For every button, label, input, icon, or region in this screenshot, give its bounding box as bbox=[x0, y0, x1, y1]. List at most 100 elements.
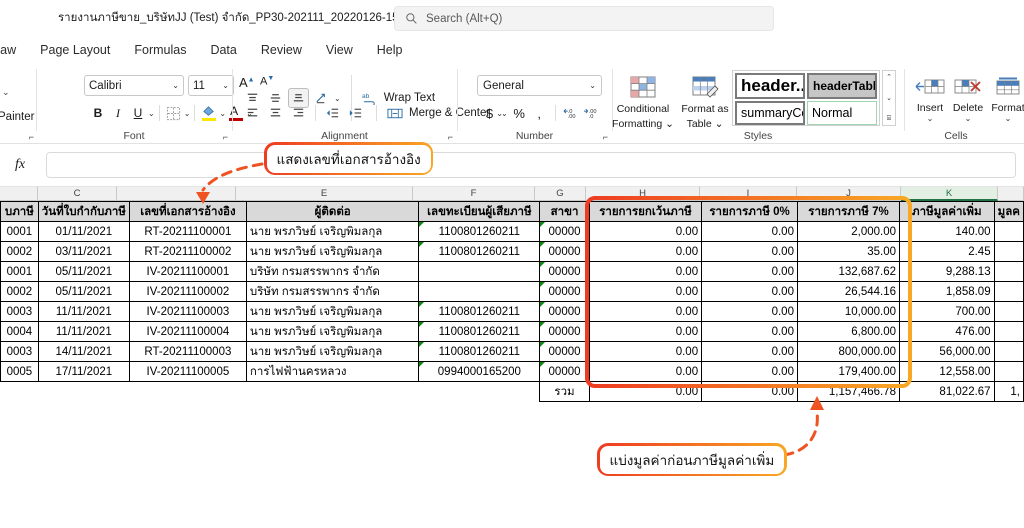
clipboard-dialog-launcher-icon[interactable]: ⌐ bbox=[29, 132, 34, 142]
cell-doc-no[interactable]: 0002 bbox=[0, 281, 39, 302]
cell-contact[interactable]: การไฟฟ้านครหลวง bbox=[245, 361, 420, 382]
cell-branch[interactable]: 00000 bbox=[539, 281, 590, 302]
cell-branch[interactable]: 00000 bbox=[539, 241, 590, 262]
clipboard-chevron-icon[interactable]: ⌄ bbox=[2, 87, 10, 98]
gallery-scroll-down-icon[interactable]: ⌄ bbox=[886, 94, 892, 102]
cell-doc-no[interactable]: 0001 bbox=[0, 261, 39, 282]
cell-ref[interactable]: IV-20211100004 bbox=[128, 321, 247, 342]
cell-total[interactable] bbox=[993, 281, 1024, 302]
cell-exempt[interactable]: 0.00 bbox=[588, 241, 703, 262]
cell-vat0[interactable]: 0.00 bbox=[701, 261, 798, 282]
total-vat7[interactable]: 1,157,466.78 bbox=[796, 381, 901, 402]
cell-date[interactable]: 11/11/2021 bbox=[37, 301, 130, 322]
cell-exempt[interactable]: 0.00 bbox=[588, 321, 703, 342]
cell-vat7[interactable]: 35.00 bbox=[796, 241, 901, 262]
cell-tax-id[interactable]: 1100801260211 bbox=[418, 221, 541, 242]
cell-doc-no[interactable]: 0001 bbox=[0, 221, 39, 242]
cell-vat[interactable]: 56,000.00 bbox=[899, 341, 995, 362]
cell-date[interactable]: 11/11/2021 bbox=[37, 321, 130, 342]
cell-tax-id[interactable]: 1100801260211 bbox=[418, 321, 541, 342]
tab-help[interactable]: Help bbox=[365, 40, 415, 60]
insert-function-icon[interactable]: fx bbox=[5, 154, 35, 176]
gallery-scroll-up-icon[interactable]: ⌃ bbox=[886, 73, 892, 81]
cell-ref[interactable]: IV-20211100003 bbox=[128, 301, 247, 322]
align-right-icon[interactable] bbox=[288, 103, 309, 123]
format-chevron-icon[interactable]: ⌄ bbox=[986, 114, 1024, 123]
borders-chevron-icon[interactable]: ⌄ bbox=[184, 109, 191, 118]
cell-vat0[interactable]: 0.00 bbox=[701, 281, 798, 302]
accounting-format-button[interactable]: $ bbox=[481, 103, 498, 123]
search-box[interactable]: Search (Alt+Q) bbox=[394, 6, 774, 31]
cell-date[interactable]: 14/11/2021 bbox=[37, 341, 130, 362]
cell-doc-no[interactable]: 0002 bbox=[0, 241, 39, 262]
column-header-d[interactable] bbox=[117, 186, 236, 201]
cell-date[interactable]: 01/11/2021 bbox=[37, 221, 130, 242]
table-row[interactable]: 0002 05/11/2021 IV-20211100002 บริษัท กร… bbox=[0, 281, 1024, 302]
delete-cells-button[interactable]: Delete ⌄ bbox=[948, 71, 988, 123]
align-left-icon[interactable] bbox=[242, 103, 263, 123]
cell-contact[interactable]: นาย พรภวิษย์ เจริญพิมลกุล bbox=[245, 301, 420, 322]
chevron-down-icon[interactable]: ⌄ bbox=[589, 81, 596, 90]
cell-contact[interactable]: นาย พรภวิษย์ เจริญพิมลกุล bbox=[245, 341, 420, 362]
table-row[interactable]: 0005 17/11/2021 IV-20211100005 การไฟฟ้าน… bbox=[0, 361, 1024, 382]
cell-vat0[interactable]: 0.00 bbox=[701, 221, 798, 242]
column-header-e[interactable]: E bbox=[236, 186, 413, 201]
conditional-formatting-button[interactable]: Conditional Formatting ⌄ bbox=[612, 69, 674, 130]
decrease-indent-icon[interactable] bbox=[322, 103, 343, 123]
cell-branch[interactable]: 00000 bbox=[539, 341, 590, 362]
format-cells-button[interactable]: Format ⌄ bbox=[986, 71, 1024, 123]
cell-exempt[interactable]: 0.00 bbox=[588, 221, 703, 242]
delete-chevron-icon[interactable]: ⌄ bbox=[948, 114, 988, 123]
cell-vat[interactable]: 476.00 bbox=[899, 321, 995, 342]
decrease-decimal-icon[interactable]: .00.0 bbox=[583, 103, 600, 123]
tab-page-layout[interactable]: Page Layout bbox=[28, 40, 122, 60]
cell-contact[interactable]: บริษัท กรมสรรพากร จำกัด bbox=[245, 261, 420, 282]
cell-tax-id[interactable] bbox=[418, 281, 541, 302]
style-normal[interactable]: Normal bbox=[807, 101, 877, 125]
cell-vat7[interactable]: 26,544.16 bbox=[796, 281, 901, 302]
cell-vat7[interactable]: 179,400.00 bbox=[796, 361, 901, 382]
chevron-down-icon[interactable]: ⌄ bbox=[222, 81, 229, 90]
increase-decimal-icon[interactable]: .0.00 bbox=[563, 103, 580, 123]
tab-draw[interactable]: raw bbox=[0, 40, 28, 60]
cell-exempt[interactable]: 0.00 bbox=[588, 361, 703, 382]
cell-total[interactable] bbox=[993, 341, 1024, 362]
column-header-j[interactable]: J bbox=[797, 186, 901, 201]
cell-contact[interactable]: บริษัท กรมสรรพากร จำกัด bbox=[245, 281, 420, 302]
insert-chevron-icon[interactable]: ⌄ bbox=[910, 114, 950, 123]
total-vat[interactable]: 81,022.67 bbox=[899, 381, 995, 402]
cell-doc-no[interactable]: 0005 bbox=[0, 361, 39, 382]
table-row[interactable]: 0003 14/11/2021 RT-20211100003 นาย พรภวิ… bbox=[0, 341, 1024, 362]
column-header-g[interactable]: G bbox=[535, 186, 586, 201]
table-total-row[interactable]: รวม 0.00 0.00 1,157,466.78 81,022.67 1, bbox=[0, 381, 1024, 402]
cell-total[interactable] bbox=[993, 241, 1024, 262]
cell-doc-no[interactable]: 0003 bbox=[0, 301, 39, 322]
tab-review[interactable]: Review bbox=[249, 40, 314, 60]
column-header-f[interactable]: F bbox=[413, 186, 535, 201]
cell-vat0[interactable]: 0.00 bbox=[701, 301, 798, 322]
cell-ref[interactable]: RT-20211100001 bbox=[128, 221, 247, 242]
total-exempt[interactable]: 0.00 bbox=[588, 381, 703, 402]
style-headerTable[interactable]: headerTabl... bbox=[807, 73, 877, 99]
cell-vat0[interactable]: 0.00 bbox=[701, 361, 798, 382]
cell-ref[interactable]: IV-20211100001 bbox=[128, 261, 247, 282]
cell-branch[interactable]: 00000 bbox=[539, 321, 590, 342]
gallery-expand-icon[interactable]: ⌸ bbox=[887, 115, 891, 123]
cell-total[interactable] bbox=[993, 361, 1024, 382]
style-summaryColumn[interactable]: summaryCo... bbox=[735, 101, 805, 125]
cell-vat[interactable]: 1,858.09 bbox=[899, 281, 995, 302]
number-format-select[interactable]: General ⌄ bbox=[477, 75, 602, 96]
comma-format-button[interactable]: ‚ bbox=[531, 103, 548, 123]
cell-vat[interactable]: 2.45 bbox=[899, 241, 995, 262]
cell-tax-id[interactable]: 1100801260211 bbox=[418, 241, 541, 262]
tab-data[interactable]: Data bbox=[198, 40, 248, 60]
font-size-input[interactable]: 11 ⌄ bbox=[188, 75, 234, 96]
style-header[interactable]: header... bbox=[735, 73, 805, 99]
cell-exempt[interactable]: 0.00 bbox=[588, 301, 703, 322]
accounting-chevron-icon[interactable]: ⌄ bbox=[501, 109, 508, 118]
cell-date[interactable]: 05/11/2021 bbox=[37, 261, 130, 282]
increase-indent-icon[interactable] bbox=[345, 103, 366, 123]
borders-icon[interactable] bbox=[164, 103, 184, 123]
cell-vat[interactable]: 12,558.00 bbox=[899, 361, 995, 382]
alignment-dialog-launcher-icon[interactable]: ⌐ bbox=[448, 132, 453, 142]
